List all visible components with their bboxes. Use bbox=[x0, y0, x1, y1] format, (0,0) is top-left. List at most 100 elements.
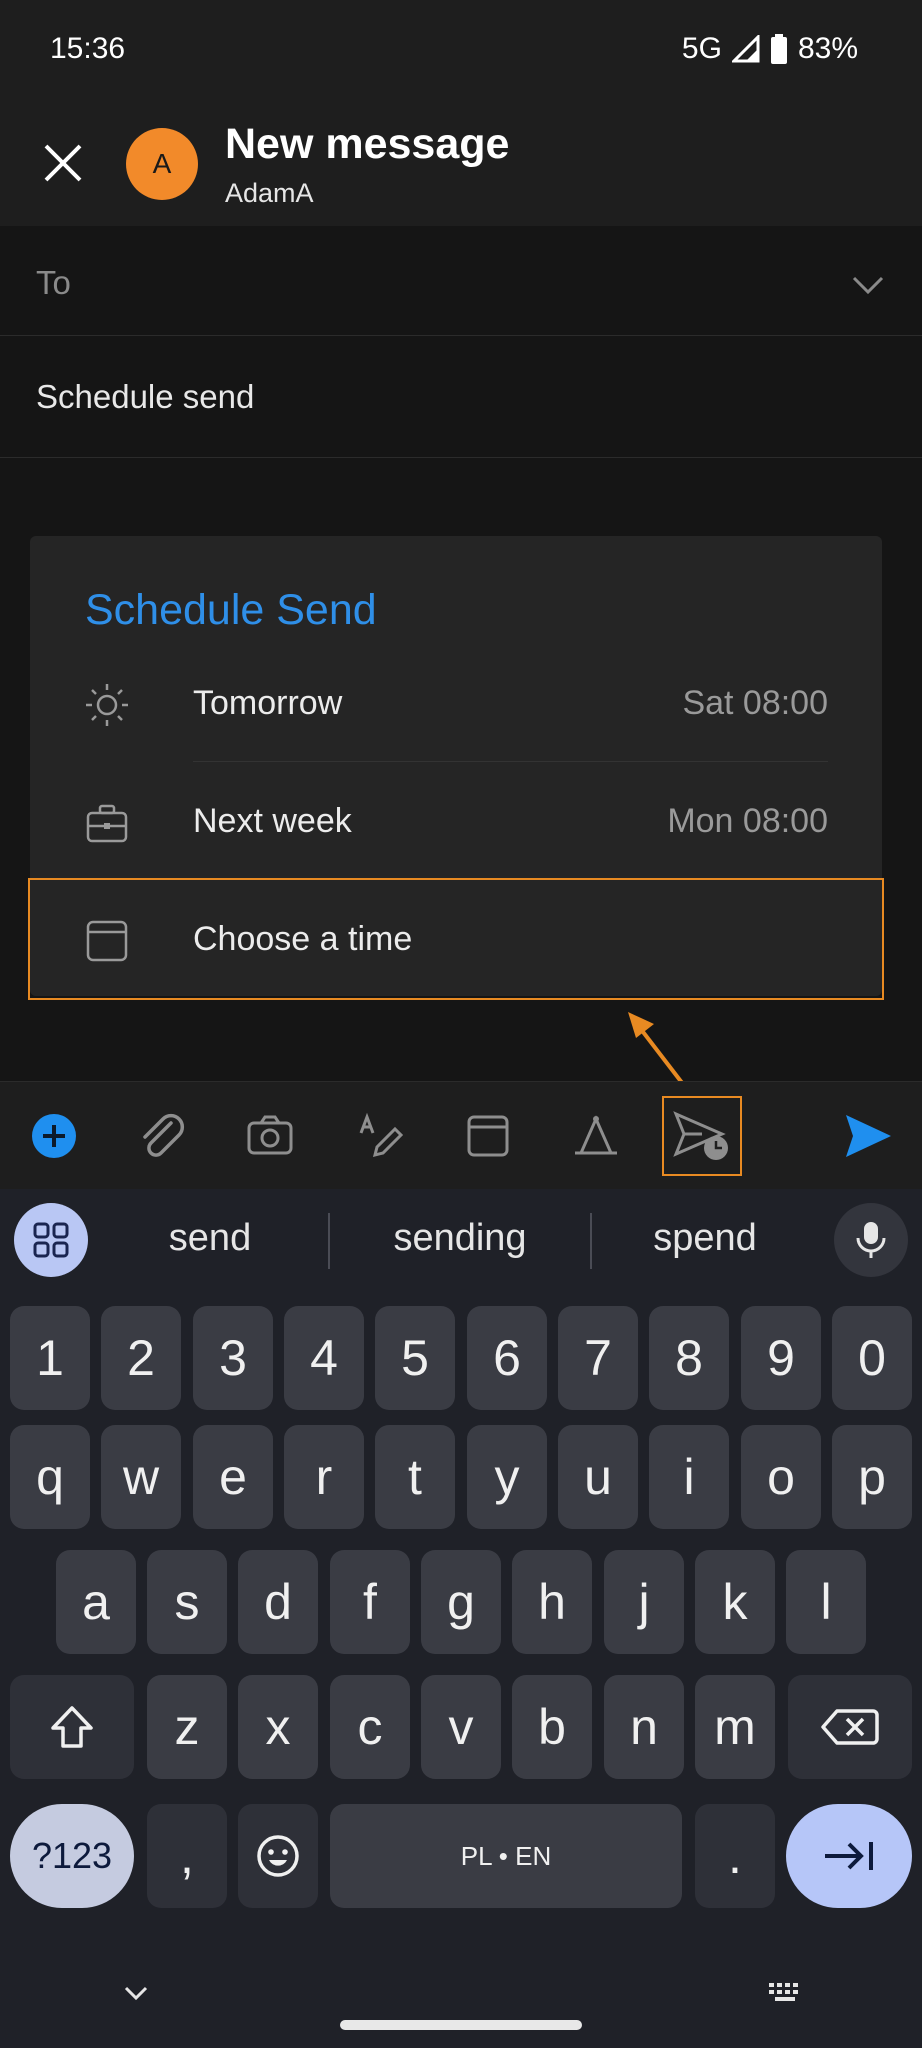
period-key[interactable]: . bbox=[695, 1804, 775, 1908]
suggestion-2[interactable]: sending bbox=[370, 1217, 550, 1260]
add-icon bbox=[32, 1114, 76, 1158]
signal-icon bbox=[731, 35, 760, 63]
camera-button[interactable] bbox=[240, 1106, 300, 1166]
key-h[interactable]: h bbox=[512, 1550, 592, 1654]
key-c[interactable]: c bbox=[330, 1675, 410, 1779]
home-handle[interactable] bbox=[340, 2020, 582, 2030]
attach-button[interactable] bbox=[132, 1106, 192, 1166]
navigation-bar bbox=[0, 1950, 922, 2048]
close-button[interactable] bbox=[38, 138, 88, 188]
voice-input-button[interactable] bbox=[834, 1203, 908, 1277]
draw-button[interactable] bbox=[350, 1106, 410, 1166]
schedule-send-icon bbox=[673, 1111, 728, 1160]
key-e[interactable]: e bbox=[193, 1425, 273, 1529]
key-7[interactable]: 7 bbox=[558, 1306, 638, 1410]
key-5[interactable]: 5 bbox=[375, 1306, 455, 1410]
network-label: 5G bbox=[681, 32, 722, 65]
calendar-icon bbox=[467, 1115, 509, 1157]
shift-key[interactable] bbox=[10, 1675, 134, 1779]
key-t[interactable]: t bbox=[375, 1425, 455, 1529]
key-0[interactable]: 0 bbox=[832, 1306, 912, 1410]
key-o[interactable]: o bbox=[741, 1425, 821, 1529]
key-4[interactable]: 4 bbox=[284, 1306, 364, 1410]
key-9[interactable]: 9 bbox=[741, 1306, 821, 1410]
account-name: AdamA bbox=[225, 178, 314, 208]
symbols-key[interactable]: ?123 bbox=[10, 1804, 134, 1908]
schedule-send-title: Schedule Send bbox=[85, 586, 377, 634]
draw-icon bbox=[359, 1112, 404, 1158]
schedule-option-choose-time[interactable]: Choose a time bbox=[28, 878, 884, 1000]
key-m[interactable]: m bbox=[695, 1675, 775, 1779]
option-label: Tomorrow bbox=[193, 684, 343, 722]
apps-grid-icon bbox=[33, 1222, 69, 1258]
keyboard-apps-button[interactable] bbox=[14, 1203, 88, 1277]
compose-area: To Schedule send Schedule Send Tomorrow … bbox=[0, 226, 922, 1081]
emoji-icon bbox=[257, 1835, 299, 1877]
backspace-key[interactable] bbox=[788, 1675, 912, 1779]
key-2[interactable]: 2 bbox=[101, 1306, 181, 1410]
key-i[interactable]: i bbox=[649, 1425, 729, 1529]
key-u[interactable]: u bbox=[558, 1425, 638, 1529]
tab-next-icon bbox=[825, 1842, 873, 1870]
schedule-option-tomorrow[interactable]: Tomorrow Sat 08:00 bbox=[30, 644, 882, 762]
schedule-option-next-week[interactable]: Next week Mon 08:00 bbox=[30, 762, 882, 880]
hide-keyboard-icon[interactable] bbox=[120, 1982, 152, 2006]
comma-key[interactable]: , bbox=[147, 1804, 227, 1908]
option-label: Next week bbox=[193, 802, 352, 840]
key-6[interactable]: 6 bbox=[467, 1306, 547, 1410]
key-x[interactable]: x bbox=[238, 1675, 318, 1779]
key-s[interactable]: s bbox=[147, 1550, 227, 1654]
key-b[interactable]: b bbox=[512, 1675, 592, 1779]
key-y[interactable]: y bbox=[467, 1425, 547, 1529]
space-key[interactable]: PL • EN bbox=[330, 1804, 682, 1908]
key-k[interactable]: k bbox=[695, 1550, 775, 1654]
key-g[interactable]: g bbox=[421, 1550, 501, 1654]
key-1[interactable]: 1 bbox=[10, 1306, 90, 1410]
suggestion-1[interactable]: send bbox=[140, 1217, 280, 1260]
key-n[interactable]: n bbox=[604, 1675, 684, 1779]
key-8[interactable]: 8 bbox=[649, 1306, 729, 1410]
suggestion-bar: send sending spend bbox=[0, 1189, 922, 1289]
schedule-send-button[interactable] bbox=[662, 1096, 742, 1176]
key-3[interactable]: 3 bbox=[193, 1306, 273, 1410]
enter-key[interactable] bbox=[786, 1804, 912, 1908]
subject-field[interactable]: Schedule send bbox=[0, 336, 922, 458]
key-r[interactable]: r bbox=[284, 1425, 364, 1529]
avatar[interactable]: A bbox=[126, 128, 198, 200]
chevron-down-icon[interactable] bbox=[850, 266, 886, 302]
page-title: New message bbox=[225, 120, 510, 168]
key-p[interactable]: p bbox=[832, 1425, 912, 1529]
keyboard-switch-icon[interactable] bbox=[766, 1980, 804, 2006]
calendar-icon bbox=[86, 920, 128, 962]
suggestion-3[interactable]: spend bbox=[630, 1217, 780, 1260]
attach-icon bbox=[143, 1113, 185, 1157]
key-d[interactable]: d bbox=[238, 1550, 318, 1654]
battery-icon bbox=[770, 34, 787, 64]
to-label: To bbox=[36, 264, 71, 301]
send-button[interactable] bbox=[838, 1106, 898, 1166]
format-button[interactable] bbox=[566, 1106, 626, 1166]
key-z[interactable]: z bbox=[147, 1675, 227, 1779]
option-time: Sat 08:00 bbox=[682, 684, 828, 722]
format-icon bbox=[575, 1115, 617, 1155]
to-field[interactable]: To bbox=[0, 226, 922, 336]
key-a[interactable]: a bbox=[56, 1550, 136, 1654]
status-indicators: 5G 83% bbox=[682, 32, 858, 66]
close-icon bbox=[44, 144, 82, 182]
key-f[interactable]: f bbox=[330, 1550, 410, 1654]
option-label: Choose a time bbox=[193, 920, 413, 958]
microphone-icon bbox=[856, 1222, 886, 1258]
key-v[interactable]: v bbox=[421, 1675, 501, 1779]
key-j[interactable]: j bbox=[604, 1550, 684, 1654]
status-bar: 15:36 5G 83% bbox=[0, 0, 922, 100]
calendar-button[interactable] bbox=[458, 1106, 518, 1166]
compose-header: A New message AdamA bbox=[0, 100, 922, 226]
key-q[interactable]: q bbox=[10, 1425, 90, 1529]
briefcase-icon bbox=[86, 804, 128, 843]
keyboard: send sending spend 1 2 3 4 5 6 7 8 9 0 q… bbox=[0, 1189, 922, 2048]
emoji-key[interactable] bbox=[238, 1804, 318, 1908]
key-w[interactable]: w bbox=[101, 1425, 181, 1529]
add-button[interactable] bbox=[24, 1106, 84, 1166]
sun-icon bbox=[86, 684, 128, 726]
key-l[interactable]: l bbox=[786, 1550, 866, 1654]
